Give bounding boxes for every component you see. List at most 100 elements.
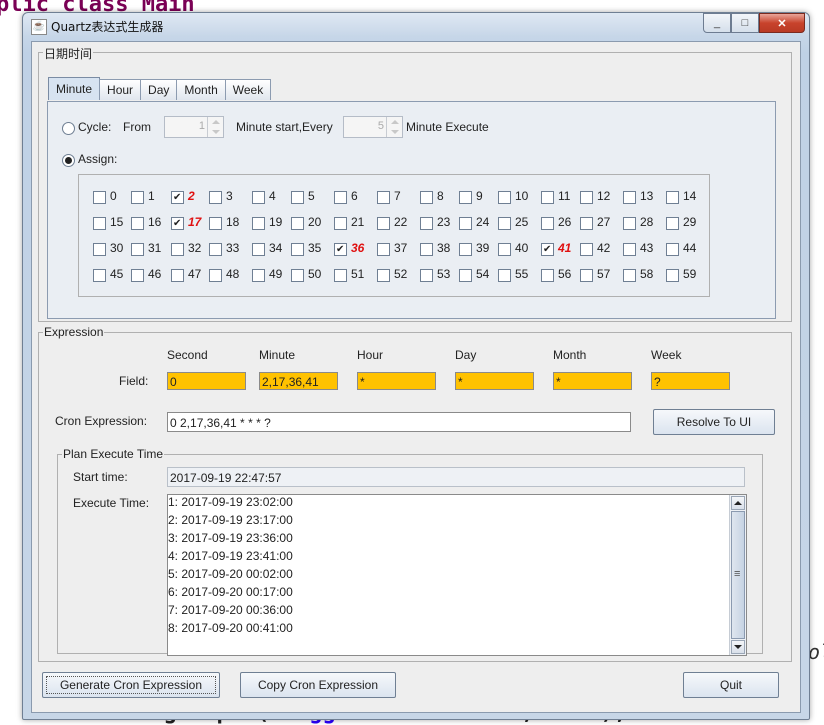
scroll-down-icon[interactable] bbox=[731, 640, 745, 654]
minute-checkbox[interactable] bbox=[291, 243, 304, 256]
minute-checkbox[interactable] bbox=[131, 217, 144, 230]
minute-checkbox[interactable] bbox=[666, 191, 679, 204]
minute-checkbox[interactable] bbox=[498, 217, 511, 230]
field-input-week[interactable]: ? bbox=[651, 372, 730, 390]
tab-month[interactable]: Month bbox=[176, 79, 226, 100]
minute-checkbox[interactable] bbox=[171, 243, 184, 256]
maximize-button[interactable]: □ bbox=[731, 13, 759, 33]
field-input-hour[interactable]: * bbox=[357, 372, 436, 390]
minute-checkbox[interactable] bbox=[420, 217, 433, 230]
title-bar[interactable]: ☕ Quartz表达式生成器 _ □ ✕ bbox=[23, 13, 809, 39]
minute-checkbox[interactable] bbox=[541, 217, 554, 230]
minute-checkbox[interactable] bbox=[498, 191, 511, 204]
minimize-button[interactable]: _ bbox=[703, 13, 731, 33]
execute-time-scrollbar[interactable] bbox=[729, 495, 746, 655]
minute-checkbox[interactable] bbox=[498, 269, 511, 282]
execute-time-row[interactable]: 5: 2017-09-20 00:02:00 bbox=[168, 567, 293, 581]
minute-checkbox[interactable] bbox=[93, 217, 106, 230]
field-input-day[interactable]: * bbox=[455, 372, 534, 390]
minute-checkbox[interactable] bbox=[377, 191, 390, 204]
minute-checkbox[interactable] bbox=[420, 243, 433, 256]
minute-checkbox[interactable] bbox=[623, 243, 636, 256]
minute-checkbox[interactable] bbox=[209, 269, 222, 282]
generate-cron-button[interactable]: Generate Cron Expression bbox=[42, 672, 220, 698]
field-input-minute[interactable]: 2,17,36,41 bbox=[259, 372, 338, 390]
every-spinner-value: 5 bbox=[377, 120, 384, 132]
minute-checkbox[interactable] bbox=[252, 243, 265, 256]
minute-checkbox[interactable] bbox=[291, 217, 304, 230]
minute-checkbox[interactable] bbox=[131, 191, 144, 204]
minute-checkbox[interactable] bbox=[377, 217, 390, 230]
execute-time-row[interactable]: 7: 2017-09-20 00:36:00 bbox=[168, 603, 293, 617]
minute-checkbox[interactable] bbox=[377, 243, 390, 256]
minute-checkbox[interactable] bbox=[666, 243, 679, 256]
minute-checkbox[interactable] bbox=[334, 217, 347, 230]
minute-checkbox[interactable] bbox=[541, 243, 554, 256]
minute-checkbox[interactable] bbox=[580, 191, 593, 204]
execute-time-list[interactable]: 1: 2017-09-19 23:02:00 2: 2017-09-19 23:1… bbox=[167, 494, 747, 656]
minute-checkbox[interactable] bbox=[666, 217, 679, 230]
tab-hour[interactable]: Hour bbox=[99, 79, 142, 100]
assign-radio[interactable] bbox=[62, 154, 75, 167]
minute-checkbox[interactable] bbox=[541, 191, 554, 204]
execute-time-row[interactable]: 1: 2017-09-19 23:02:00 bbox=[168, 495, 293, 509]
cycle-radio[interactable] bbox=[62, 122, 75, 135]
execute-time-row[interactable]: 2: 2017-09-19 23:17:00 bbox=[168, 513, 293, 527]
minute-checkbox[interactable] bbox=[171, 217, 184, 230]
minute-checkbox[interactable] bbox=[131, 243, 144, 256]
execute-time-row[interactable]: 8: 2017-09-20 00:41:00 bbox=[168, 621, 293, 635]
field-input-month[interactable]: * bbox=[553, 372, 632, 390]
field-input-second[interactable]: 0 bbox=[167, 372, 246, 390]
minute-checkbox[interactable] bbox=[93, 191, 106, 204]
cron-expression-input[interactable]: 0 2,17,36,41 * * * ? bbox=[167, 412, 631, 432]
copy-cron-button[interactable]: Copy Cron Expression bbox=[240, 672, 396, 698]
resolve-to-ui-button[interactable]: Resolve To UI bbox=[653, 409, 775, 435]
scroll-thumb[interactable] bbox=[731, 511, 745, 639]
every-spinner-arrows-icon[interactable] bbox=[386, 117, 402, 137]
minute-checkbox[interactable] bbox=[623, 217, 636, 230]
close-button[interactable]: ✕ bbox=[759, 13, 805, 33]
minute-checkbox[interactable] bbox=[541, 269, 554, 282]
minute-checkbox[interactable] bbox=[334, 191, 347, 204]
tab-day[interactable]: Day bbox=[140, 79, 178, 100]
scroll-up-icon[interactable] bbox=[731, 496, 745, 510]
tab-week[interactable]: Week bbox=[224, 79, 272, 100]
minute-checkbox[interactable] bbox=[334, 243, 347, 256]
minute-checkbox[interactable] bbox=[334, 269, 347, 282]
minute-checkbox[interactable] bbox=[93, 269, 106, 282]
execute-time-row[interactable]: 3: 2017-09-19 23:36:00 bbox=[168, 531, 293, 545]
minute-checkbox[interactable] bbox=[580, 243, 593, 256]
minute-checkbox[interactable] bbox=[420, 191, 433, 204]
minute-checkbox[interactable] bbox=[252, 217, 265, 230]
every-spinner[interactable]: 5 bbox=[343, 116, 403, 138]
minute-checkbox[interactable] bbox=[252, 269, 265, 282]
minute-checkbox[interactable] bbox=[580, 217, 593, 230]
minute-checkbox[interactable] bbox=[459, 269, 472, 282]
minute-checkbox[interactable] bbox=[420, 269, 433, 282]
minute-checkbox[interactable] bbox=[171, 269, 184, 282]
execute-time-row[interactable]: 6: 2017-09-20 00:17:00 bbox=[168, 585, 293, 599]
tab-minute[interactable]: Minute bbox=[48, 77, 101, 100]
minute-checkbox[interactable] bbox=[252, 191, 265, 204]
minute-checkbox[interactable] bbox=[666, 269, 679, 282]
minute-checkbox[interactable] bbox=[93, 243, 106, 256]
minute-checkbox[interactable] bbox=[580, 269, 593, 282]
from-spinner-arrows-icon[interactable] bbox=[207, 117, 223, 137]
quit-button[interactable]: Quit bbox=[683, 672, 779, 698]
minute-checkbox[interactable] bbox=[209, 243, 222, 256]
minute-checkbox[interactable] bbox=[209, 191, 222, 204]
minute-checkbox[interactable] bbox=[291, 269, 304, 282]
execute-time-row[interactable]: 4: 2017-09-19 23:41:00 bbox=[168, 549, 293, 563]
from-spinner[interactable]: 1 bbox=[164, 116, 224, 138]
minute-checkbox[interactable] bbox=[623, 191, 636, 204]
minute-checkbox[interactable] bbox=[623, 269, 636, 282]
minute-checkbox[interactable] bbox=[209, 217, 222, 230]
minute-checkbox[interactable] bbox=[459, 217, 472, 230]
minute-checkbox[interactable] bbox=[459, 191, 472, 204]
minute-checkbox[interactable] bbox=[498, 243, 511, 256]
minute-checkbox[interactable] bbox=[131, 269, 144, 282]
minute-checkbox[interactable] bbox=[377, 269, 390, 282]
minute-checkbox[interactable] bbox=[171, 191, 184, 204]
minute-checkbox[interactable] bbox=[459, 243, 472, 256]
minute-checkbox[interactable] bbox=[291, 191, 304, 204]
